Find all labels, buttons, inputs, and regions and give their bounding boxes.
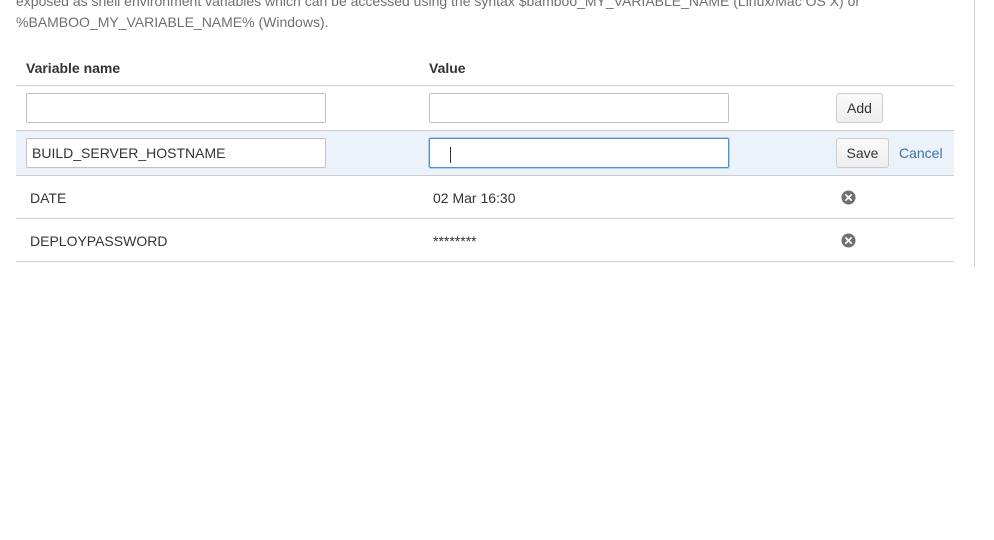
table-header: Variable name Value bbox=[16, 51, 954, 86]
variables-description: exposed as shell environment variables w… bbox=[16, 0, 956, 33]
variable-name: DEPLOYPASSWORD bbox=[30, 233, 168, 249]
variable-name: DATE bbox=[30, 190, 67, 206]
remove-circle-icon[interactable] bbox=[841, 190, 856, 205]
header-value: Value bbox=[429, 60, 466, 76]
variables-table: Variable name Value Add Save Cancel DATE… bbox=[16, 51, 954, 262]
variables-page: exposed as shell environment variables w… bbox=[0, 0, 994, 540]
edit-variable-value-input[interactable] bbox=[429, 138, 729, 168]
new-variable-value-input[interactable] bbox=[429, 93, 729, 123]
edit-variable-name-input[interactable] bbox=[26, 138, 326, 168]
description-line-1: exposed as shell environment variables w… bbox=[16, 0, 861, 9]
add-button[interactable]: Add bbox=[836, 93, 883, 123]
description-line-2: %BAMBOO_MY_VARIABLE_NAME% (Windows). bbox=[16, 14, 329, 30]
new-variable-name-input[interactable] bbox=[26, 93, 326, 123]
remove-circle-icon[interactable] bbox=[841, 233, 856, 248]
edit-variable-row: Save Cancel bbox=[16, 131, 954, 176]
table-row: DEPLOYPASSWORD ******** bbox=[16, 219, 954, 262]
header-variable-name: Variable name bbox=[26, 60, 121, 76]
save-button[interactable]: Save bbox=[836, 138, 889, 168]
cancel-link[interactable]: Cancel bbox=[899, 145, 943, 161]
table-row: DATE 02 Mar 16:30 bbox=[16, 176, 954, 219]
variable-value: 02 Mar 16:30 bbox=[433, 190, 516, 206]
add-variable-row: Add bbox=[16, 86, 954, 131]
text-caret bbox=[450, 147, 451, 163]
panel-divider bbox=[974, 0, 975, 266]
variable-value: ******** bbox=[433, 233, 477, 249]
